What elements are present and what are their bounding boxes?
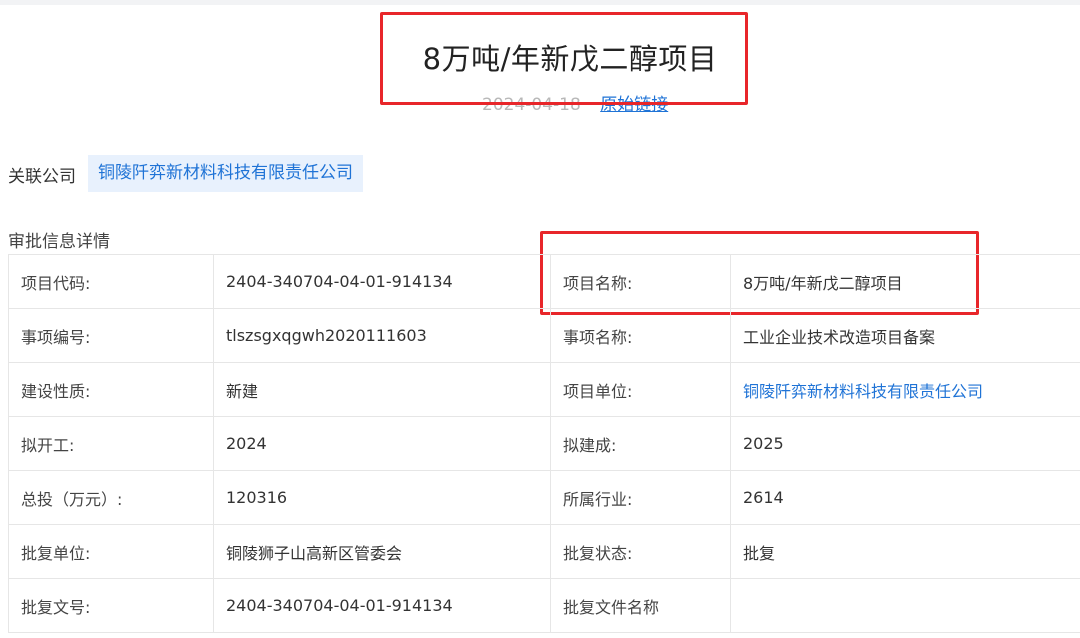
approval-file-name-value	[730, 578, 1080, 633]
industry-value: 2614	[730, 470, 1080, 525]
construction-type-label: 建设性质:	[8, 362, 214, 417]
table-row: 建设性质: 新建 项目单位: 铜陵阡弈新材料科技有限责任公司	[8, 362, 1080, 417]
related-company-label: 关联公司	[8, 167, 76, 187]
source-link[interactable]: 原始链接	[600, 95, 668, 115]
approval-doc-number-value: 2404-340704-04-01-914134	[213, 578, 551, 633]
total-investment-label: 总投（万元）:	[8, 470, 214, 525]
total-investment-value: 120316	[213, 470, 551, 525]
item-name-label: 事项名称:	[550, 308, 731, 363]
construction-type-value: 新建	[213, 362, 551, 417]
item-number-value: tlszsgxqgwh2020111603	[213, 308, 551, 363]
approval-file-name-label: 批复文件名称	[550, 578, 731, 633]
section-title: 审批信息详情	[8, 232, 110, 252]
table-row: 项目代码: 2404-340704-04-01-914134 项目名称: 8万吨…	[8, 254, 1080, 309]
top-strip	[0, 0, 1080, 5]
approval-status-label: 批复状态:	[550, 524, 731, 579]
approval-doc-number-label: 批复文号:	[8, 578, 214, 633]
related-company-tag[interactable]: 铜陵阡弈新材料科技有限责任公司	[88, 155, 363, 192]
item-number-label: 事项编号:	[8, 308, 214, 363]
approval-status-value: 批复	[730, 524, 1080, 579]
table-row: 事项编号: tlszsgxqgwh2020111603 事项名称: 工业企业技术…	[8, 308, 1080, 363]
project-name-label: 项目名称:	[550, 254, 731, 309]
page-title: 8万吨/年新戊二醇项目	[422, 42, 718, 76]
table-row: 批复文号: 2404-340704-04-01-914134 批复文件名称	[8, 578, 1080, 633]
table-row: 拟开工: 2024 拟建成: 2025	[8, 416, 1080, 471]
project-unit-link[interactable]: 铜陵阡弈新材料科技有限责任公司	[730, 362, 1080, 417]
publish-date: 2024-04-18	[482, 95, 581, 115]
project-code-value: 2404-340704-04-01-914134	[213, 254, 551, 309]
item-name-value: 工业企业技术改造项目备案	[730, 308, 1080, 363]
planned-start-value: 2024	[213, 416, 551, 471]
title-meta: 2024-04-18 原始链接	[482, 90, 668, 115]
industry-label: 所属行业:	[550, 470, 731, 525]
approval-unit-value: 铜陵狮子山高新区管委会	[213, 524, 551, 579]
table-row: 批复单位: 铜陵狮子山高新区管委会 批复状态: 批复	[8, 524, 1080, 579]
table-row: 总投（万元）: 120316 所属行业: 2614	[8, 470, 1080, 525]
planned-completion-label: 拟建成:	[550, 416, 731, 471]
approval-unit-label: 批复单位:	[8, 524, 214, 579]
planned-start-label: 拟开工:	[8, 416, 214, 471]
project-unit-label: 项目单位:	[550, 362, 731, 417]
approval-details-table: 项目代码: 2404-340704-04-01-914134 项目名称: 8万吨…	[8, 254, 1080, 633]
planned-completion-value: 2025	[730, 416, 1080, 471]
project-name-value: 8万吨/年新戊二醇项目	[730, 254, 1080, 309]
project-code-label: 项目代码:	[8, 254, 214, 309]
